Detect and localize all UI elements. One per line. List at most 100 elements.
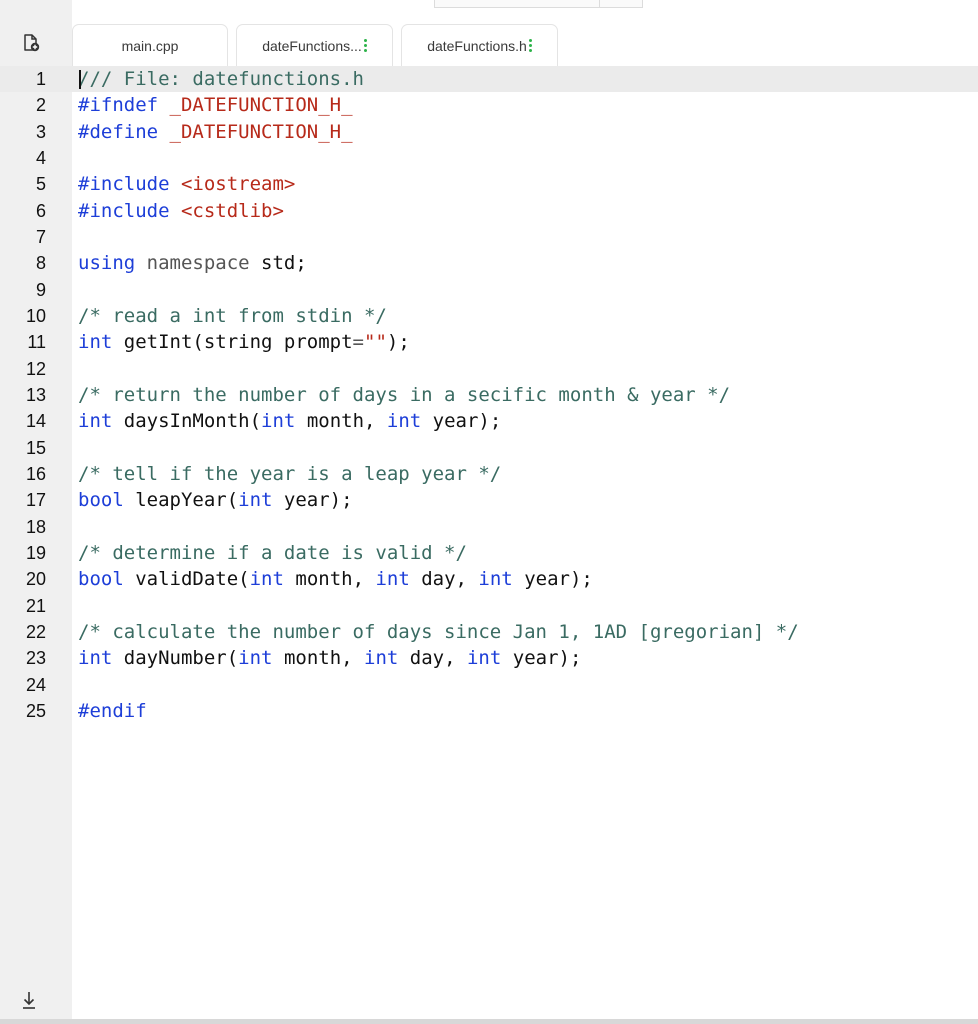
code-text[interactable]: bool validDate(int month, int day, int y…	[78, 566, 593, 592]
tab-menu-icon[interactable]	[528, 39, 532, 52]
line-number: 2	[35, 95, 46, 116]
code-line[interactable]: 23 int dayNumber(int month, int day, int …	[0, 645, 978, 671]
code-line[interactable]: 11 int getInt(string prompt="");	[0, 329, 978, 355]
download-icon[interactable]	[19, 988, 39, 1012]
code-token: int	[238, 647, 273, 670]
code-line[interactable]: 21	[0, 593, 978, 619]
code-token: year);	[512, 568, 593, 591]
code-text[interactable]: /// File: datefunctions.h	[78, 66, 364, 92]
line-number: 8	[35, 253, 46, 274]
code-token: /// File: datefunctions.h	[78, 68, 364, 90]
code-line[interactable]: 16 /* tell if the year is a leap year */	[0, 461, 978, 487]
code-line[interactable]: 2 #ifndef _DATEFUNCTION_H_	[0, 92, 978, 118]
code-line[interactable]: 19 /* determine if a date is valid */	[0, 540, 978, 566]
tab-label: main.cpp	[121, 37, 179, 54]
code-line[interactable]: 6 #include <cstdlib>	[0, 198, 978, 224]
code-text[interactable]: #ifndef _DATEFUNCTION_H_	[78, 92, 353, 118]
code-text[interactable]: using namespace std;	[78, 250, 307, 276]
code-token: <iostream>	[180, 173, 296, 196]
line-number: 16	[25, 463, 46, 484]
code-token: #include	[78, 199, 170, 222]
code-line[interactable]: 20 bool validDate(int month, int day, int…	[0, 566, 978, 592]
code-token: /* calculate the number of days since Ja…	[78, 620, 799, 643]
code-token: #endif	[78, 699, 147, 722]
code-token: int	[466, 647, 502, 670]
code-line[interactable]: 25 #endif	[0, 698, 978, 724]
line-number: 11	[27, 332, 46, 353]
code-text[interactable]: #endif	[78, 698, 147, 724]
code-token: dayNumber(	[112, 647, 239, 670]
code-token: std;	[249, 252, 307, 275]
code-line[interactable]: 24	[0, 672, 978, 698]
code-token: _DATEFUNCTION_H_	[169, 120, 353, 143]
code-token: int	[249, 568, 284, 591]
code-token: day,	[398, 647, 467, 670]
code-line[interactable]: 22 /* calculate the number of days since …	[0, 619, 978, 645]
code-line[interactable]: 1 /// File: datefunctions.h	[0, 66, 978, 93]
line-number: 18	[25, 516, 46, 537]
code-token: int	[386, 410, 422, 433]
code-token: ""	[364, 331, 387, 354]
code-text[interactable]: int daysInMonth(int month, int year);	[78, 408, 501, 434]
code-token: int	[78, 331, 113, 354]
code-text[interactable]: #define _DATEFUNCTION_H_	[78, 119, 353, 145]
code-token: month,	[295, 410, 387, 433]
code-text[interactable]: /* determine if a date is valid */	[78, 540, 467, 566]
code-token: namespace	[146, 252, 250, 275]
code-token: int	[78, 410, 113, 433]
code-line[interactable]: 14 int daysInMonth(int month, int year);	[0, 408, 978, 434]
code-text[interactable]: /* tell if the year is a leap year */	[78, 461, 501, 487]
line-number: 22	[25, 621, 46, 642]
code-line[interactable]: 15	[0, 435, 978, 461]
code-line[interactable]: 8 using namespace std;	[0, 250, 978, 276]
code-line[interactable]: 12	[0, 356, 978, 382]
tab-datefunctions-h[interactable]: dateFunctions.h	[401, 24, 558, 66]
code-token: year);	[272, 489, 353, 512]
code-token: month,	[272, 647, 365, 670]
code-text[interactable]: bool leapYear(int year);	[78, 487, 353, 513]
tab-main-cpp[interactable]: main.cpp	[72, 24, 228, 66]
code-token: _DATEFUNCTION_H_	[169, 94, 353, 117]
line-number: 17	[25, 490, 46, 511]
code-line[interactable]: 18	[0, 514, 978, 540]
code-token: int	[238, 489, 273, 512]
code-token: getInt(string prompt	[112, 331, 353, 354]
code-line[interactable]: 17 bool leapYear(int year);	[0, 487, 978, 513]
line-number: 6	[35, 200, 46, 221]
line-number: 1	[35, 69, 46, 89]
code-line[interactable]: 4	[0, 145, 978, 171]
code-text[interactable]: int dayNumber(int month, int day, int ye…	[78, 645, 581, 671]
code-text[interactable]: int getInt(string prompt="");	[78, 329, 410, 355]
code-editor[interactable]: 1 /// File: datefunctions.h 2 #ifndef _DATE…	[0, 66, 978, 724]
code-line[interactable]: 5 #include <iostream>	[0, 171, 978, 197]
code-token: =	[352, 331, 364, 354]
code-token: /* read a int from stdin */	[78, 304, 387, 327]
code-token: validDate(	[123, 568, 250, 591]
code-token: /* tell if the year is a leap year */	[78, 462, 502, 485]
code-token: daysInMonth(	[112, 410, 262, 433]
line-number: 7	[35, 226, 46, 247]
code-text[interactable]: /* return the number of days in a secifi…	[78, 382, 730, 408]
line-number: 15	[25, 437, 46, 458]
code-token: int	[478, 568, 513, 591]
code-token: year);	[421, 410, 502, 433]
tab-menu-icon[interactable]	[363, 39, 367, 52]
code-line[interactable]: 3 #define _DATEFUNCTION_H_	[0, 119, 978, 145]
code-token: int	[375, 568, 410, 591]
code-text[interactable]: #include <cstdlib>	[78, 198, 284, 224]
new-file-icon[interactable]	[22, 34, 40, 52]
code-token: int	[261, 410, 296, 433]
code-line[interactable]: 9	[0, 277, 978, 303]
code-text[interactable]: /* calculate the number of days since Ja…	[78, 619, 799, 645]
code-line[interactable]: 10 /* read a int from stdin */	[0, 303, 978, 329]
collapsed-panel-tab	[434, 0, 643, 8]
code-line[interactable]: 13 /* return the number of days in a seci…	[0, 382, 978, 408]
line-number: 5	[35, 174, 46, 195]
tab-datefunctions-cpp[interactable]: dateFunctions...	[236, 24, 393, 66]
code-line[interactable]: 7	[0, 224, 978, 250]
code-text[interactable]: #include <iostream>	[78, 171, 295, 197]
code-text[interactable]: /* read a int from stdin */	[78, 303, 387, 329]
